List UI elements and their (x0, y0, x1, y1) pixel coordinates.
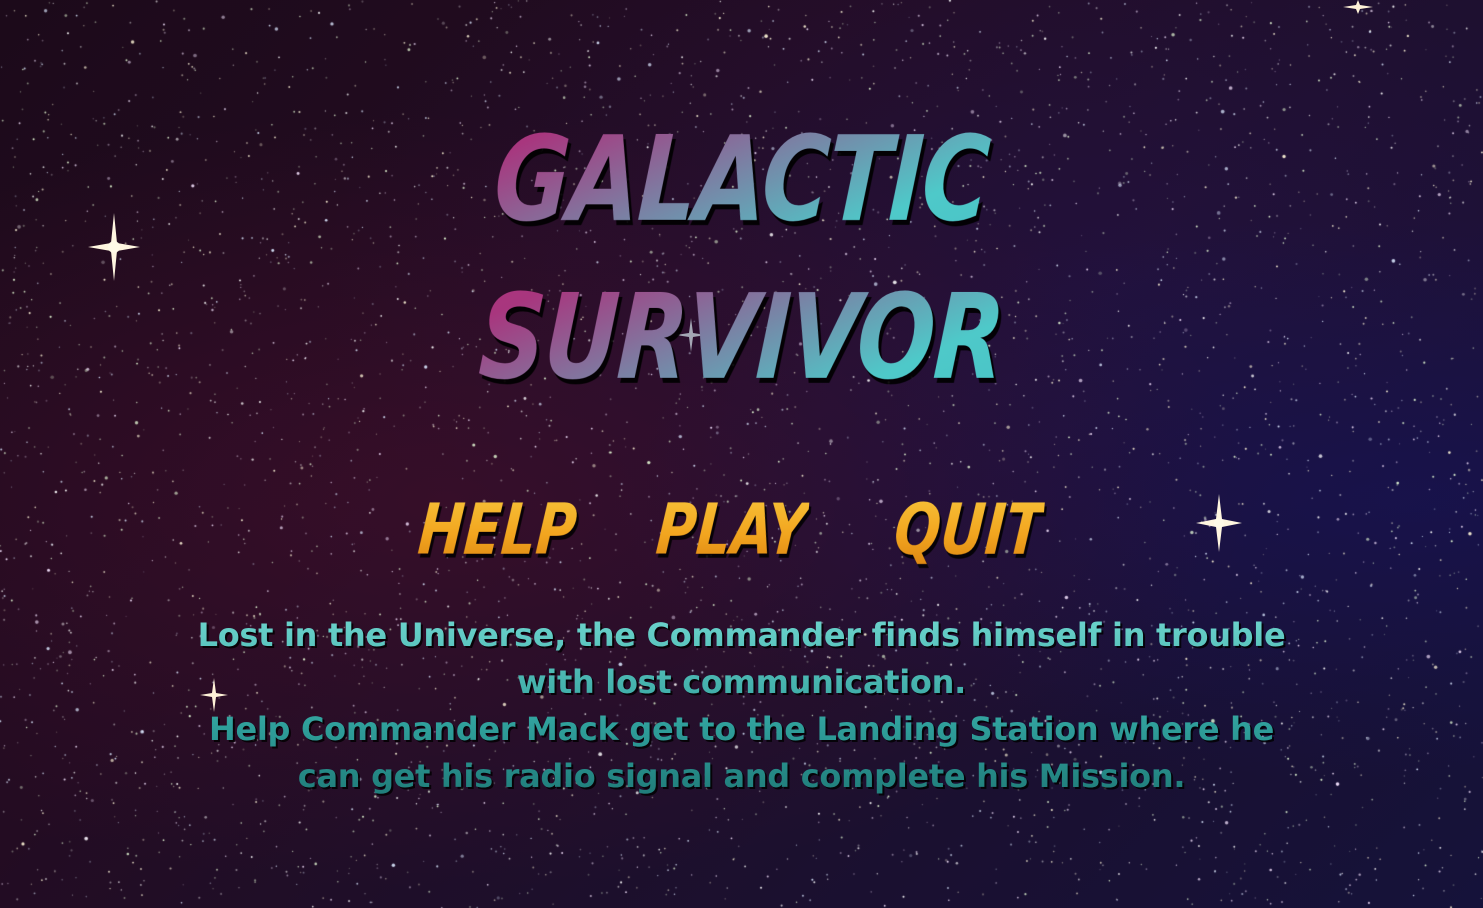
story-paragraph-2: Help Commander Mack get to the Landing S… (208, 710, 1275, 795)
game-title: GALACTIC SURVIVOR (0, 100, 1483, 416)
title-line-2: SURVIVOR (159, 258, 1324, 416)
sparkle-icon (1343, 0, 1373, 14)
quit-button[interactable]: QUIT (891, 488, 1046, 572)
play-button[interactable]: PLAY (653, 488, 810, 572)
help-button[interactable]: HELP (415, 488, 580, 572)
title-line-1: GALACTIC (159, 100, 1324, 258)
story-text: Lost in the Universe, the Commander find… (190, 612, 1293, 800)
main-menu: HELP PLAY QUIT (0, 488, 1483, 578)
story-paragraph-1: Lost in the Universe, the Commander find… (197, 616, 1286, 701)
